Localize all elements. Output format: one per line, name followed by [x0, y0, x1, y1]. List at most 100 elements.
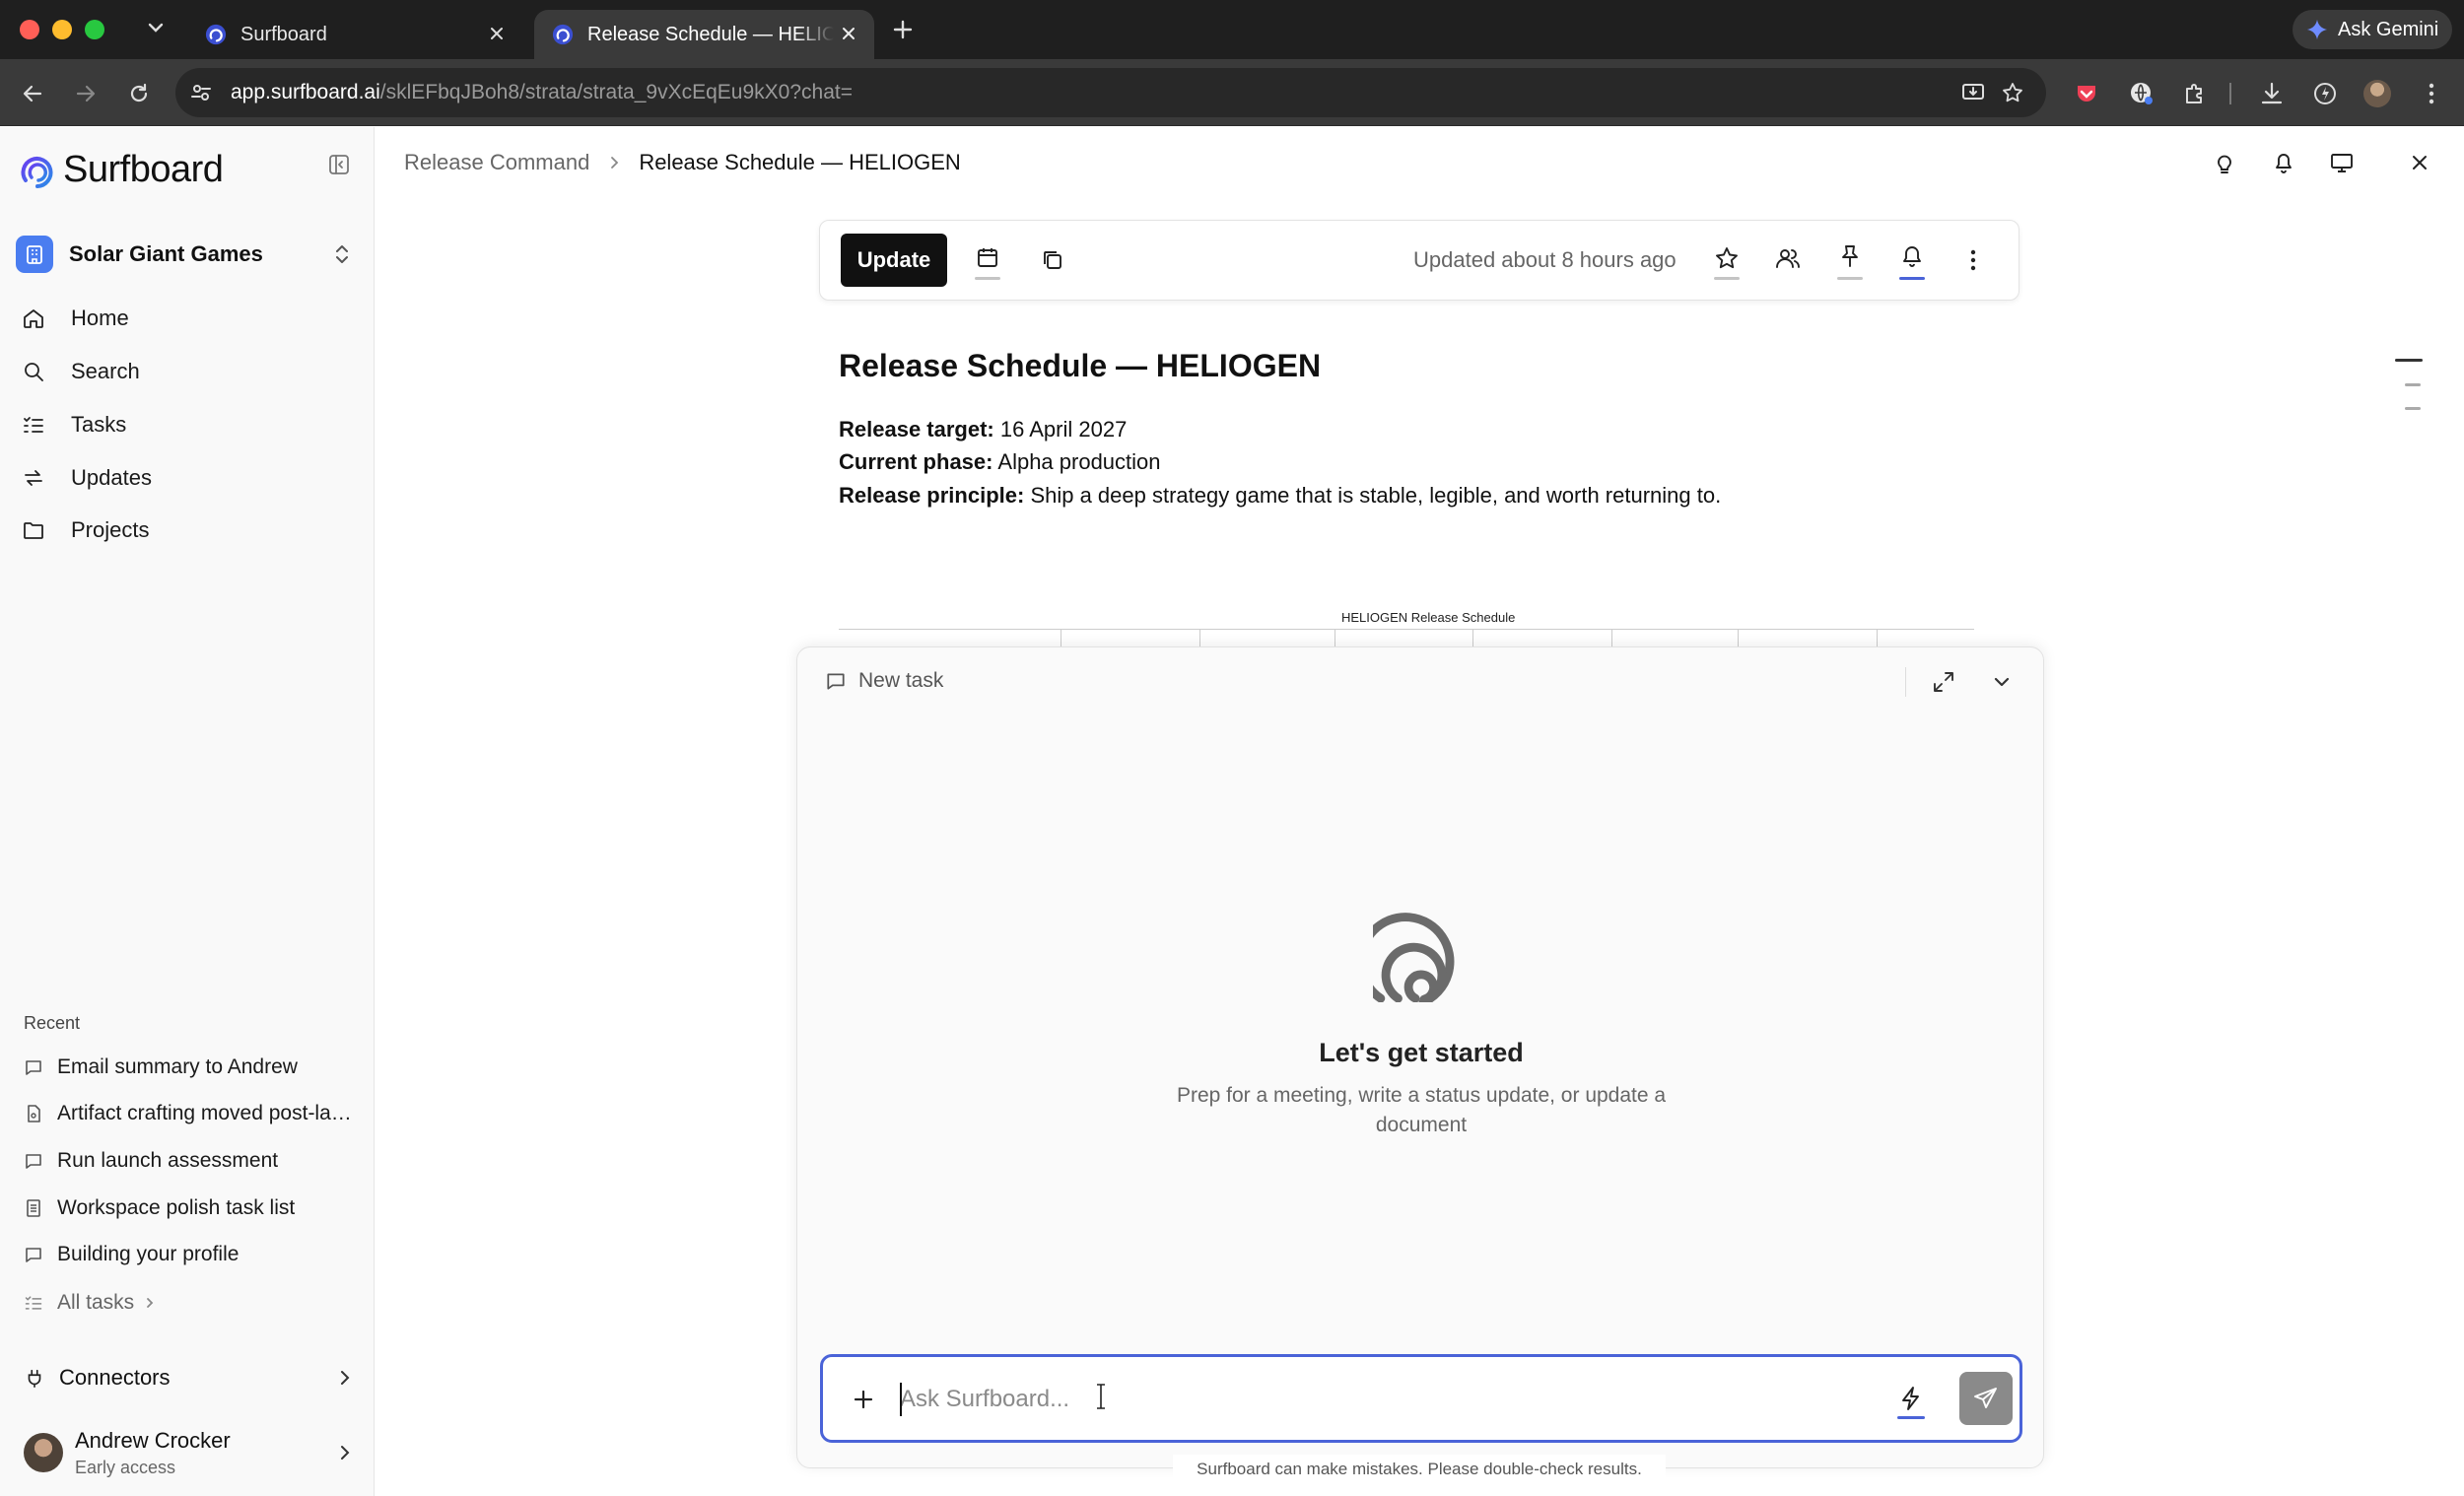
recent-item[interactable]: Workspace polish task list [24, 1190, 359, 1226]
forward-arrow-icon[interactable] [73, 81, 99, 106]
breadcrumb-current: Release Schedule — HELIOGEN [639, 150, 961, 174]
recent-item[interactable]: Run launch assessment [24, 1143, 359, 1179]
workspace-name: Solar Giant Games [69, 241, 263, 266]
surfboard-logo-icon [21, 156, 53, 188]
recent-item[interactable]: Email summary to Andrew [24, 1050, 359, 1085]
copy-icon[interactable] [1039, 246, 1066, 274]
more-options-icon[interactable] [1959, 246, 1987, 274]
chevron-right-icon [341, 1371, 350, 1385]
sidebar-item-home[interactable]: Home [22, 299, 357, 338]
bookmark-star-icon[interactable] [2001, 81, 2024, 104]
chat-input[interactable] [900, 1381, 1787, 1418]
send-button[interactable] [1959, 1372, 2013, 1425]
sidebar-item-tasks[interactable]: Tasks [22, 405, 357, 444]
surfboard-favicon-icon [552, 24, 574, 45]
sidebar-item-search[interactable]: Search [22, 352, 357, 391]
chevron-up-down-icon [331, 242, 353, 266]
chart-gridline [1738, 629, 1739, 646]
recent-item[interactable]: Artifact crafting moved post-launch [24, 1096, 359, 1131]
pin-underline [1837, 277, 1863, 280]
close-icon[interactable] [2407, 150, 2432, 175]
chart-gridline [1877, 629, 1878, 646]
text-caret [900, 1383, 902, 1416]
extension-globe-icon[interactable] [2129, 81, 2155, 106]
app-sidebar: Surfboard Solar Giant Games Home Search … [0, 127, 375, 1496]
browser-tab-surfboard[interactable]: Surfboard [187, 10, 522, 59]
chevron-down-icon[interactable] [1989, 669, 2015, 695]
extensions-puzzle-icon[interactable] [2182, 81, 2208, 106]
browser-toolbar: app.surfboard.ai/sklEFbqJBoh8/strata/str… [0, 59, 2464, 126]
home-icon [24, 309, 43, 328]
window-minimize-button[interactable] [52, 20, 72, 39]
connectors-icon [28, 1369, 41, 1388]
chart-gridline [1611, 629, 1612, 646]
new-tab-plus-icon[interactable] [889, 16, 917, 43]
pocket-extension-icon[interactable] [2074, 81, 2099, 106]
browser-tab-release-schedule[interactable]: Release Schedule — HELIOGEN [534, 10, 874, 59]
calendar-underline [975, 277, 1000, 280]
calendar-icon[interactable] [974, 244, 1001, 272]
expand-icon[interactable] [1931, 669, 1956, 695]
tab-close-icon[interactable] [839, 24, 858, 43]
current-phase-line: Current phase: Alpha production [839, 449, 1161, 475]
all-tasks-link[interactable]: All tasks [24, 1291, 158, 1315]
chat-header-divider [1905, 667, 1906, 697]
sidebar-item-label: Tasks [71, 412, 127, 437]
lightning-bolt-icon[interactable] [1897, 1385, 1925, 1412]
update-button[interactable]: Update [841, 234, 947, 287]
browser-menu-icon[interactable] [2419, 81, 2444, 106]
field-value: Alpha production [997, 449, 1161, 474]
monitor-icon[interactable] [2329, 150, 2355, 175]
address-bar[interactable]: app.surfboard.ai/sklEFbqJBoh8/strata/str… [175, 68, 2046, 117]
field-value: 16 April 2027 [999, 417, 1128, 442]
tasks-icon [25, 1296, 42, 1310]
window-close-button[interactable] [20, 20, 39, 39]
pin-icon[interactable] [1836, 242, 1864, 270]
chevron-right-icon [611, 157, 619, 169]
performance-icon[interactable] [2312, 81, 2338, 106]
list-doc-icon [27, 1199, 40, 1217]
connectors-link[interactable]: Connectors [24, 1358, 355, 1397]
install-app-icon[interactable] [1961, 81, 1985, 104]
chat-icon [26, 1060, 41, 1075]
bell-icon[interactable] [2271, 150, 2296, 175]
bell-icon[interactable] [1898, 242, 1926, 270]
ask-gemini-label: Ask Gemini [2338, 18, 2439, 40]
document-title: Release Schedule — HELIOGEN [839, 348, 1322, 383]
last-updated-text: Updated about 8 hours ago [1413, 247, 1677, 272]
chat-icon [26, 1154, 41, 1169]
add-attachment-plus-icon[interactable] [851, 1387, 876, 1412]
reload-icon[interactable] [126, 81, 152, 106]
collapse-sidebar-icon[interactable] [327, 153, 351, 176]
window-maximize-button[interactable] [85, 20, 104, 39]
tab-close-icon[interactable] [487, 24, 507, 43]
url-host: app.surfboard.ai [231, 81, 380, 103]
site-settings-icon[interactable] [189, 81, 213, 104]
ask-gemini-button[interactable]: Ask Gemini [2293, 10, 2452, 49]
people-icon[interactable] [1774, 244, 1802, 272]
user-profile-button[interactable]: Andrew Crocker Early access [24, 1421, 355, 1484]
back-arrow-icon[interactable] [20, 81, 45, 106]
breadcrumb: Release Command Release Schedule — HELIO… [404, 150, 961, 175]
bell-active-underline [1899, 277, 1925, 280]
recent-item[interactable]: Building your profile [24, 1237, 359, 1272]
tab-search-chevron-icon[interactable] [144, 16, 168, 39]
sidebar-item-label: Projects [71, 517, 150, 542]
avatar [24, 1433, 63, 1472]
toc-marker[interactable] [2395, 359, 2423, 362]
downloads-icon[interactable] [2259, 81, 2285, 106]
star-icon[interactable] [1713, 244, 1741, 272]
workspace-switcher[interactable]: Solar Giant Games [16, 230, 355, 279]
lightbulb-icon[interactable] [2212, 150, 2237, 175]
field-label: Release principle: [839, 483, 1025, 508]
toc-marker[interactable] [2405, 407, 2421, 410]
breadcrumb-parent-link[interactable]: Release Command [404, 150, 589, 175]
toc-marker[interactable] [2405, 383, 2421, 386]
workspace-building-icon [16, 236, 53, 273]
chat-header: New task [825, 669, 943, 693]
chat-input-box [820, 1354, 2022, 1443]
sidebar-item-projects[interactable]: Projects [22, 510, 357, 550]
browser-profile-avatar[interactable] [2363, 80, 2391, 107]
surfboard-logo[interactable]: Surfboard [18, 149, 224, 191]
sidebar-item-updates[interactable]: Updates [22, 458, 357, 498]
